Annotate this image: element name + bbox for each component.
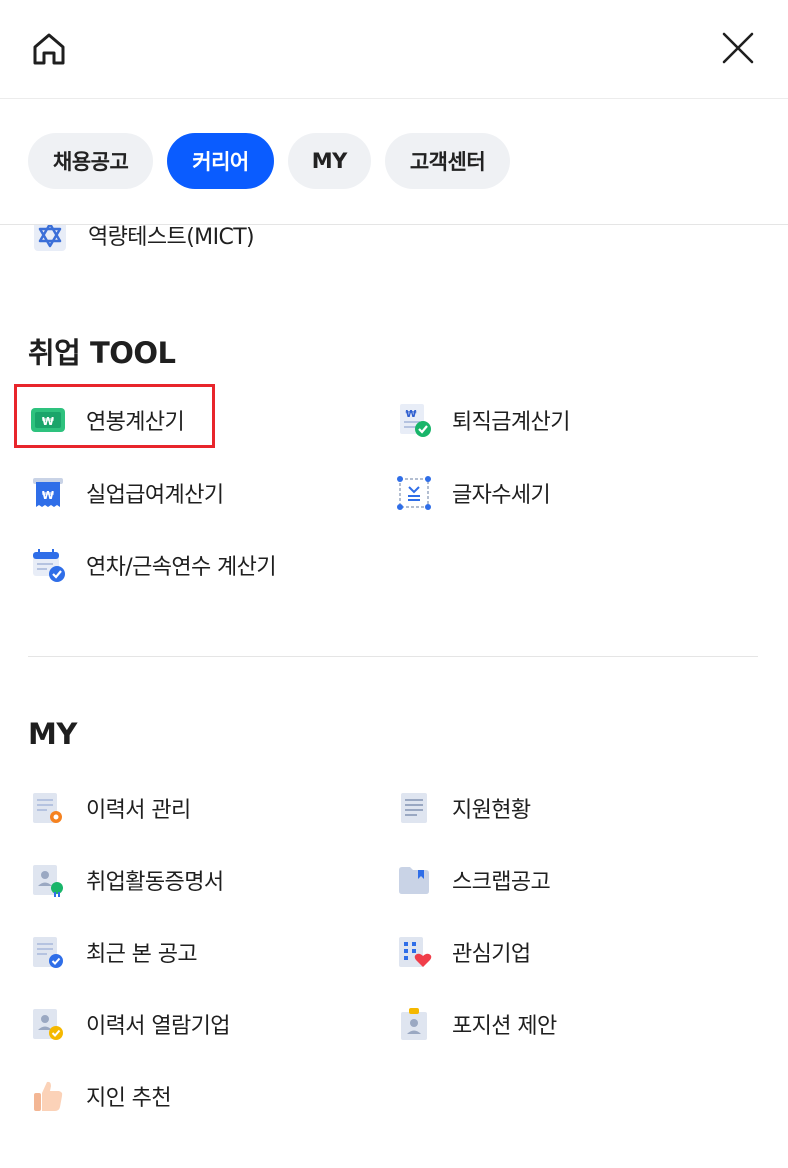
character-count-icon [396, 475, 432, 511]
svg-text:₩: ₩ [405, 409, 416, 420]
tab-customer-center[interactable]: 고객센터 [384, 133, 511, 189]
thumbs-up-icon [30, 1078, 66, 1114]
application-status-icon [396, 790, 432, 826]
menu-item-salary-calculator[interactable]: ₩ 연봉계산기 [30, 400, 185, 440]
menu-item-label: 퇴직금계산기 [452, 410, 570, 435]
menu-item-label: 지인 추천 [86, 1086, 172, 1111]
menu-item-label: 스크랩공고 [452, 870, 551, 895]
certificate-icon [30, 862, 66, 898]
menu-item-label: 역량테스트(MICT) [88, 225, 255, 250]
tab-career[interactable]: 커리어 [167, 133, 274, 189]
menu-item-character-count[interactable]: 글자수세기 [396, 473, 551, 513]
menu-item-label: 관심기업 [452, 942, 531, 967]
menu-item-annual-leave[interactable]: 연차/근속연수 계산기 [30, 545, 277, 585]
menu-item-label: 포지션 제안 [452, 1014, 557, 1039]
close-icon[interactable] [720, 30, 756, 66]
menu-item-label: 연봉계산기 [86, 410, 185, 435]
unemployment-benefit-icon: ₩ [30, 475, 66, 511]
menu-item-resume-viewed-companies[interactable]: 이력서 열람기업 [30, 1004, 230, 1044]
recent-viewed-icon [30, 934, 66, 970]
menu-item-mict[interactable]: 역량테스트(MICT) [32, 225, 255, 255]
menu-item-label: 연차/근속연수 계산기 [86, 555, 277, 580]
resume-settings-icon [30, 790, 66, 826]
menu-item-position-offer[interactable]: 포지션 제안 [396, 1004, 557, 1044]
svg-text:₩: ₩ [42, 415, 54, 428]
partial-menu-row: 역량테스트(MICT) [0, 225, 788, 255]
menu-item-employment-certificate[interactable]: 취업활동증명서 [30, 860, 224, 900]
top-bar [0, 0, 788, 99]
section-divider [28, 656, 758, 657]
menu-item-referral[interactable]: 지인 추천 [30, 1076, 172, 1116]
home-icon[interactable] [28, 28, 70, 70]
menu-item-unemployment-benefit[interactable]: ₩ 실업급여계산기 [30, 473, 224, 513]
tab-my[interactable]: MY [287, 133, 371, 189]
favorite-company-icon [396, 934, 432, 970]
svg-text:₩: ₩ [42, 489, 54, 502]
category-tabs: 채용공고 커리어 MY 고객센터 [28, 133, 511, 189]
menu-item-label: 최근 본 공고 [86, 942, 198, 967]
menu-item-label: 이력서 열람기업 [86, 1014, 230, 1039]
menu-item-label: 지원현황 [452, 798, 531, 823]
salary-calculator-icon: ₩ [30, 402, 66, 438]
menu-item-label: 취업활동증명서 [86, 870, 224, 895]
menu-item-favorite-companies[interactable]: 관심기업 [396, 932, 531, 972]
menu-item-severance-calculator[interactable]: ₩ 퇴직금계산기 [396, 400, 570, 440]
menu-item-resume-management[interactable]: 이력서 관리 [30, 788, 191, 828]
severance-calculator-icon: ₩ [396, 402, 432, 438]
position-offer-icon [396, 1006, 432, 1042]
menu-item-label: 실업급여계산기 [86, 483, 224, 508]
resume-viewed-company-icon [30, 1006, 66, 1042]
section-title-tool: 취업 TOOL [28, 336, 176, 370]
menu-item-label: 글자수세기 [452, 483, 551, 508]
tab-recruitment[interactable]: 채용공고 [28, 133, 154, 189]
star-of-david-icon [32, 225, 68, 253]
menu-item-application-status[interactable]: 지원현황 [396, 788, 531, 828]
menu-item-label: 이력서 관리 [86, 798, 191, 823]
section-title-my: MY [28, 717, 77, 751]
annual-leave-calendar-icon [30, 547, 66, 583]
menu-item-recently-viewed[interactable]: 최근 본 공고 [30, 932, 198, 972]
scrap-folder-icon [396, 862, 432, 898]
menu-item-scrap-jobs[interactable]: 스크랩공고 [396, 860, 551, 900]
